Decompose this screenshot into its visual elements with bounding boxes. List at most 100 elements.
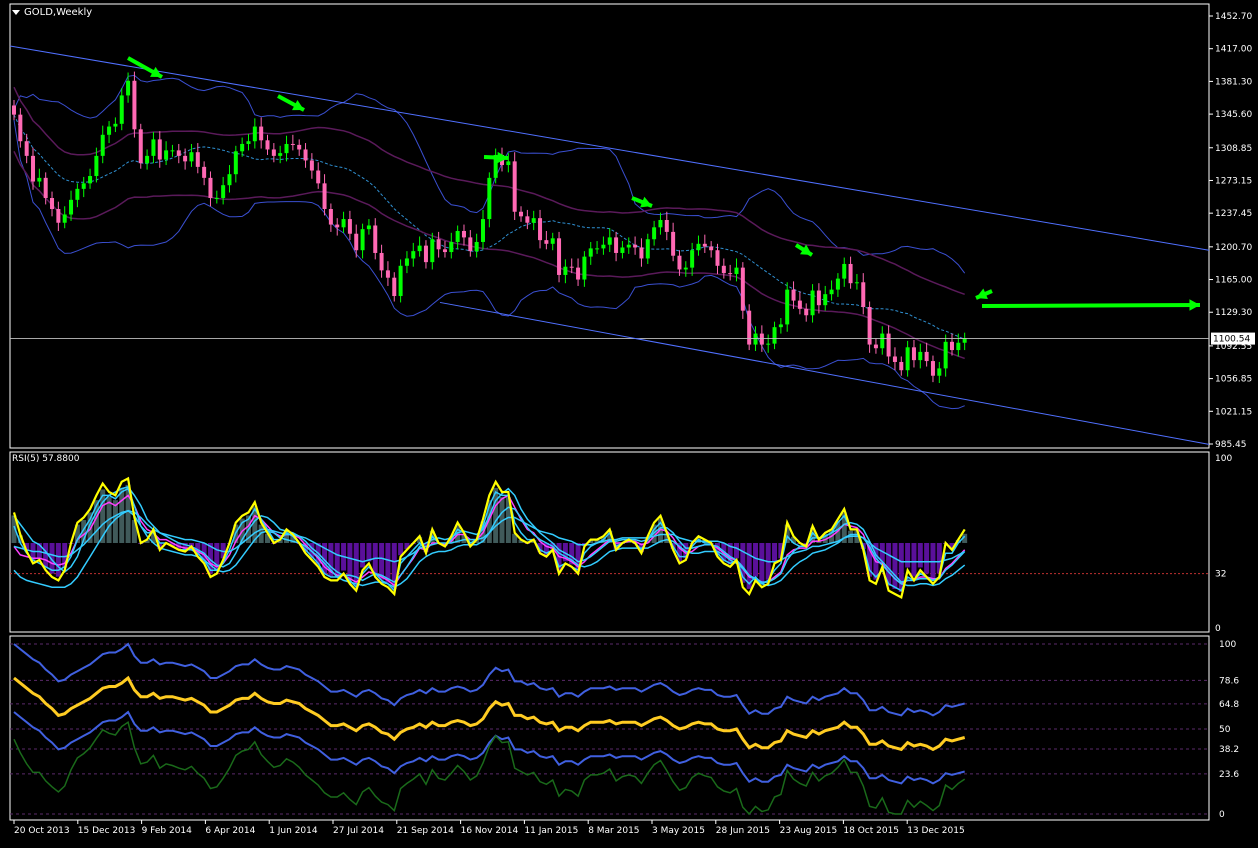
price-tick-label: 1417.00 — [1215, 45, 1252, 55]
x-tick-label: 11 Jan 2015 — [524, 826, 578, 836]
arrow-icon — [981, 299, 1201, 311]
arrow-icon — [975, 288, 993, 300]
candle-body — [797, 300, 802, 309]
candle-body — [31, 155, 36, 182]
x-tick-label: 20 Oct 2013 — [14, 826, 70, 836]
candle-body — [468, 237, 473, 252]
rsi-tick-label: 0 — [1215, 624, 1221, 634]
candle-body — [12, 105, 16, 115]
candle-body — [538, 218, 543, 241]
chart-canvas[interactable]: 1452.70 1417.00 1381.30 1345.60 1308.85 1273.… — [0, 0, 1258, 848]
candle-body — [221, 185, 226, 199]
candle-body — [772, 327, 777, 344]
candle-body — [100, 134, 105, 156]
candle-body — [677, 255, 682, 270]
rsi-histogram-bar — [734, 543, 740, 559]
x-tick-label: 1 Jun 2014 — [269, 826, 318, 836]
candle-body — [525, 216, 530, 223]
rsi-histogram-bar — [353, 543, 359, 586]
candle-body — [785, 289, 790, 325]
osc-tick-label: 78.6 — [1219, 676, 1239, 686]
rsi-histogram-bar — [366, 543, 372, 562]
candle-body — [791, 289, 796, 301]
price-tick-label: 1308.85 — [1215, 144, 1252, 154]
candle-body — [50, 198, 55, 210]
candle-body — [385, 270, 390, 278]
candle-body — [569, 266, 574, 268]
candle-body — [138, 129, 143, 164]
candle-body — [601, 244, 606, 249]
rsi-histogram-bar — [772, 543, 778, 562]
candle-body — [652, 227, 657, 240]
candle-body — [835, 278, 840, 290]
candle-body — [176, 150, 181, 156]
candle-body — [284, 143, 289, 154]
candle-body — [474, 241, 479, 252]
rsi-histogram-bar — [360, 543, 366, 568]
candle-body — [886, 333, 891, 357]
x-tick-label: 16 Nov 2014 — [461, 826, 519, 836]
candle-body — [214, 198, 219, 200]
candle-body — [645, 239, 650, 259]
candle-body — [94, 155, 99, 177]
arrow-shaft — [981, 303, 1201, 308]
candle-body — [582, 256, 587, 280]
osc-tick-label: 38.2 — [1219, 745, 1239, 755]
candle-body — [639, 247, 644, 259]
candle-body — [576, 267, 581, 280]
x-tick-label: 23 Aug 2015 — [780, 826, 838, 836]
candle-body — [943, 341, 948, 369]
candle-body — [119, 95, 124, 124]
rsi-histogram-bar — [55, 543, 61, 577]
candle-body — [442, 249, 447, 253]
candle-body — [126, 80, 131, 96]
x-tick-label: 8 Mar 2015 — [588, 826, 639, 836]
candle-body — [145, 155, 150, 164]
candle-body — [607, 237, 612, 245]
candle-body — [461, 230, 466, 238]
rsi-tick-label: 32 — [1215, 570, 1226, 580]
lower-band-line — [13, 120, 965, 410]
candle-body — [854, 282, 859, 284]
rsi-histogram-bar — [759, 543, 765, 583]
candle-body — [506, 161, 511, 166]
candle-body — [430, 239, 435, 263]
candle-body — [379, 252, 384, 271]
rsi-histogram-bar — [924, 543, 930, 574]
rsi-histogram-bar — [753, 543, 759, 577]
candle-body — [620, 247, 625, 253]
candle-body — [747, 310, 752, 345]
osc-main-line — [13, 675, 966, 752]
candle-body — [18, 114, 23, 142]
candle-body — [347, 219, 352, 234]
candle-body — [899, 361, 904, 371]
candle-body — [550, 238, 555, 244]
candle-body — [322, 183, 327, 210]
rsi-histogram-bar — [347, 543, 353, 580]
candle-body — [392, 277, 397, 297]
x-tick-label: 18 Oct 2015 — [843, 826, 899, 836]
candle-body — [183, 155, 188, 162]
osc-tick-label: 100 — [1219, 640, 1236, 650]
candle-body — [816, 290, 821, 306]
candle-body — [290, 143, 295, 145]
candle-body — [702, 243, 707, 247]
rsi-histogram-bar — [43, 543, 49, 568]
x-tick-label: 6 Apr 2014 — [205, 826, 255, 836]
candle-body — [778, 324, 783, 328]
candle-body — [240, 143, 245, 152]
candle-body — [233, 151, 238, 175]
arrow-icon — [127, 56, 163, 79]
candle-body — [690, 250, 695, 268]
candle-body — [873, 344, 878, 349]
candle-body — [924, 351, 929, 362]
candle-body — [588, 248, 593, 257]
candle-body — [671, 231, 676, 256]
candle-body — [271, 149, 276, 156]
x-tick-label: 3 May 2015 — [652, 826, 705, 836]
osc-tick-label: 64.8 — [1219, 700, 1239, 710]
price-tick-label: 1056.85 — [1215, 375, 1252, 385]
candle-body — [278, 153, 283, 156]
candle-body — [417, 245, 422, 252]
candle-body — [113, 123, 118, 127]
